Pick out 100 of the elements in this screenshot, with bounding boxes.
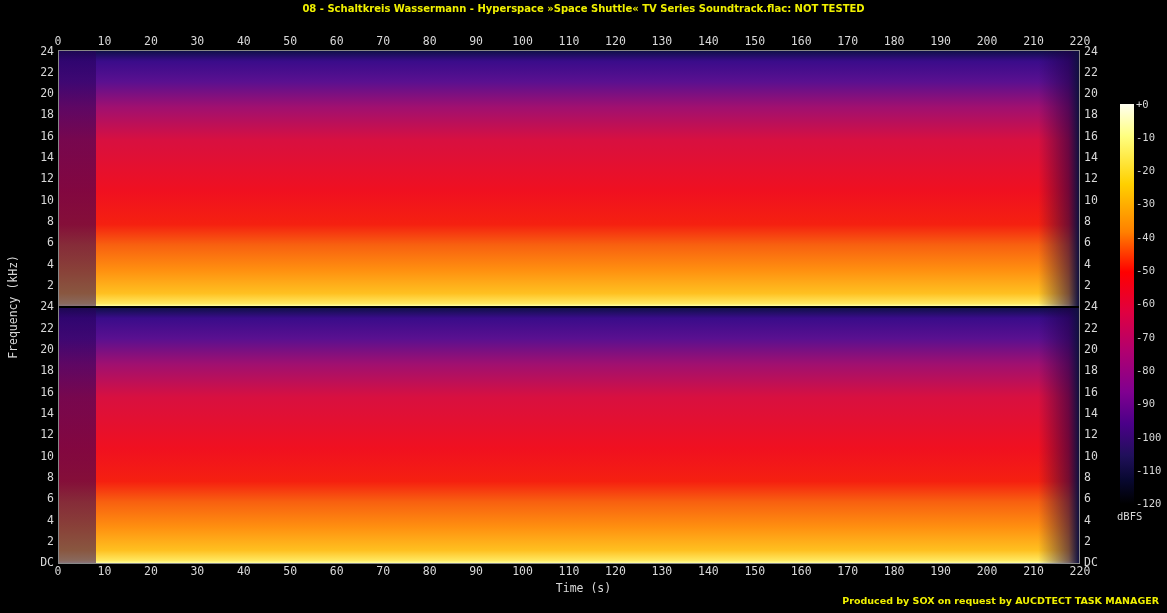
time-tick-label: 60 [329, 565, 344, 578]
frequency-tick-label: 12 [1084, 172, 1098, 186]
frequency-tick-label: 16 [1084, 385, 1098, 399]
frequency-tick-label: 18 [1084, 108, 1098, 122]
frequency-tick-label: 20 [1084, 343, 1098, 357]
time-tick-label: 140 [697, 565, 719, 578]
time-tick-label: 40 [236, 35, 251, 48]
frequency-tick-label: 12 [1084, 428, 1098, 442]
frequency-tick-label: 18 [40, 364, 54, 378]
frequency-tick-label: 2 [1084, 535, 1091, 549]
time-tick-label: 100 [512, 35, 533, 48]
frequency-tick-label: 8 [1084, 215, 1091, 229]
time-tick-label: 150 [744, 565, 766, 578]
chart-title: 08 - Schaltkreis Wassermann - Hyperspace »Space Shuttle« TV Series Soundtrack.flac: NOT TESTED [302, 2, 865, 14]
frequency-tick-label: 14 [1084, 407, 1098, 421]
time-tick-label: 160 [790, 35, 812, 48]
frequency-tick-label: 4 [47, 257, 54, 271]
time-tick-label: 20 [144, 565, 158, 578]
frequency-tick-label: 14 [40, 407, 54, 421]
frequency-tick-label: 6 [1084, 236, 1091, 250]
frequency-tick-label: 8 [47, 471, 54, 485]
time-tick-label: 180 [883, 565, 905, 578]
time-tick-label: 190 [930, 565, 951, 578]
time-tick-label: 0 [54, 35, 62, 48]
time-tick-label: 140 [697, 35, 719, 48]
frequency-tick-label: 22 [40, 65, 54, 79]
frequency-tick-label: 12 [40, 428, 54, 442]
frequency-tick-label: 22 [1084, 321, 1098, 335]
time-tick-label: 80 [422, 35, 437, 48]
frequency-tick-label: 8 [1084, 471, 1091, 485]
time-tick-label: 30 [190, 565, 205, 578]
frequency-tick-label: 10 [40, 449, 54, 463]
time-tick-label: 210 [1023, 565, 1044, 578]
frequency-tick-label: 4 [1084, 513, 1091, 527]
frequency-tick-label: 4 [1084, 257, 1091, 271]
colorbar-tick-label: -10 [1136, 130, 1155, 144]
time-tick-label: 50 [283, 565, 298, 578]
time-axis-title: Time (s) [555, 582, 612, 595]
frequency-tick-label: 16 [40, 385, 54, 399]
frequency-tick-label: 10 [1084, 193, 1098, 207]
time-tick-label: 20 [144, 35, 158, 48]
time-tick-label: 180 [883, 35, 905, 48]
frequency-tick-label: 18 [40, 108, 54, 122]
time-tick-label: 130 [651, 35, 673, 48]
time-tick-label: 110 [558, 565, 580, 578]
colorbar-tick-label: -80 [1136, 364, 1155, 378]
time-tick-label: 120 [605, 565, 626, 578]
frequency-tick-label: 12 [40, 172, 54, 186]
frequency-tick-label: 2 [47, 535, 54, 549]
frequency-tick-label: 18 [1084, 364, 1098, 378]
time-tick-label: 30 [190, 35, 205, 48]
colorbar-tick-label: -110 [1136, 464, 1162, 478]
frequency-tick-label: 24 [40, 44, 54, 58]
time-tick-label: 160 [790, 565, 812, 578]
time-tick-label: 130 [651, 565, 673, 578]
time-tick-label: 100 [512, 565, 533, 578]
colorbar-tick-label: -40 [1136, 230, 1155, 244]
frequency-tick-label: 8 [47, 215, 54, 229]
time-tick-label: 80 [422, 565, 437, 578]
frequency-tick-label: 22 [40, 321, 54, 335]
colorbar-tick-label: -30 [1136, 197, 1155, 211]
time-tick-label: 90 [469, 565, 483, 578]
frequency-tick-label: 20 [40, 343, 54, 357]
time-tick-label: 170 [837, 35, 859, 48]
frequency-tick-label: 24 [1084, 300, 1098, 314]
time-tick-label: 10 [97, 565, 112, 578]
colorbar-tick-label: +0 [1136, 97, 1149, 111]
colorbar-tick-label: -20 [1136, 164, 1155, 178]
colorbar-tick-label: -100 [1136, 430, 1162, 444]
frequency-axis-title: Frequency (kHz) [6, 255, 20, 359]
colorbar-tick-label: -50 [1136, 264, 1155, 278]
time-tick-label: 170 [837, 565, 859, 578]
time-tick-label: 110 [558, 35, 580, 48]
frequency-tick-label: 10 [1084, 449, 1098, 463]
footer-credit: Produced by SOX on request by AUCDTECT TASK MANAGER [842, 595, 1159, 606]
colorbar-tick-label: -120 [1136, 497, 1162, 511]
frequency-tick-label: 22 [1084, 65, 1098, 79]
time-tick-label: 50 [283, 35, 298, 48]
time-tick-label: 120 [605, 35, 626, 48]
time-tick-label: 70 [376, 565, 391, 578]
colorbar-unit: dBFS [1117, 510, 1144, 522]
time-tick-label: 70 [376, 35, 391, 48]
frequency-tick-label: 24 [40, 300, 54, 314]
frequency-tick-label: 10 [40, 193, 54, 207]
frequency-tick-label: 2 [47, 279, 54, 293]
colorbar-tick-label: -90 [1136, 397, 1155, 411]
frequency-tick-label: 14 [40, 151, 54, 165]
time-tick-label: 150 [744, 35, 766, 48]
colorbar-tick-label: -70 [1136, 330, 1155, 344]
frequency-tick-label: 20 [1084, 87, 1098, 101]
time-tick-label: 0 [54, 565, 62, 578]
frequency-tick-label: 16 [40, 129, 54, 143]
time-tick-label: 10 [97, 35, 112, 48]
frequency-tick-label: 20 [40, 87, 54, 101]
time-tick-label: 60 [329, 35, 344, 48]
frequency-tick-label: 16 [1084, 129, 1098, 143]
frequency-tick-label: 6 [47, 492, 54, 506]
frequency-tick-label: 4 [47, 513, 54, 527]
time-tick-label: 40 [236, 565, 251, 578]
time-tick-label: 200 [976, 35, 998, 48]
